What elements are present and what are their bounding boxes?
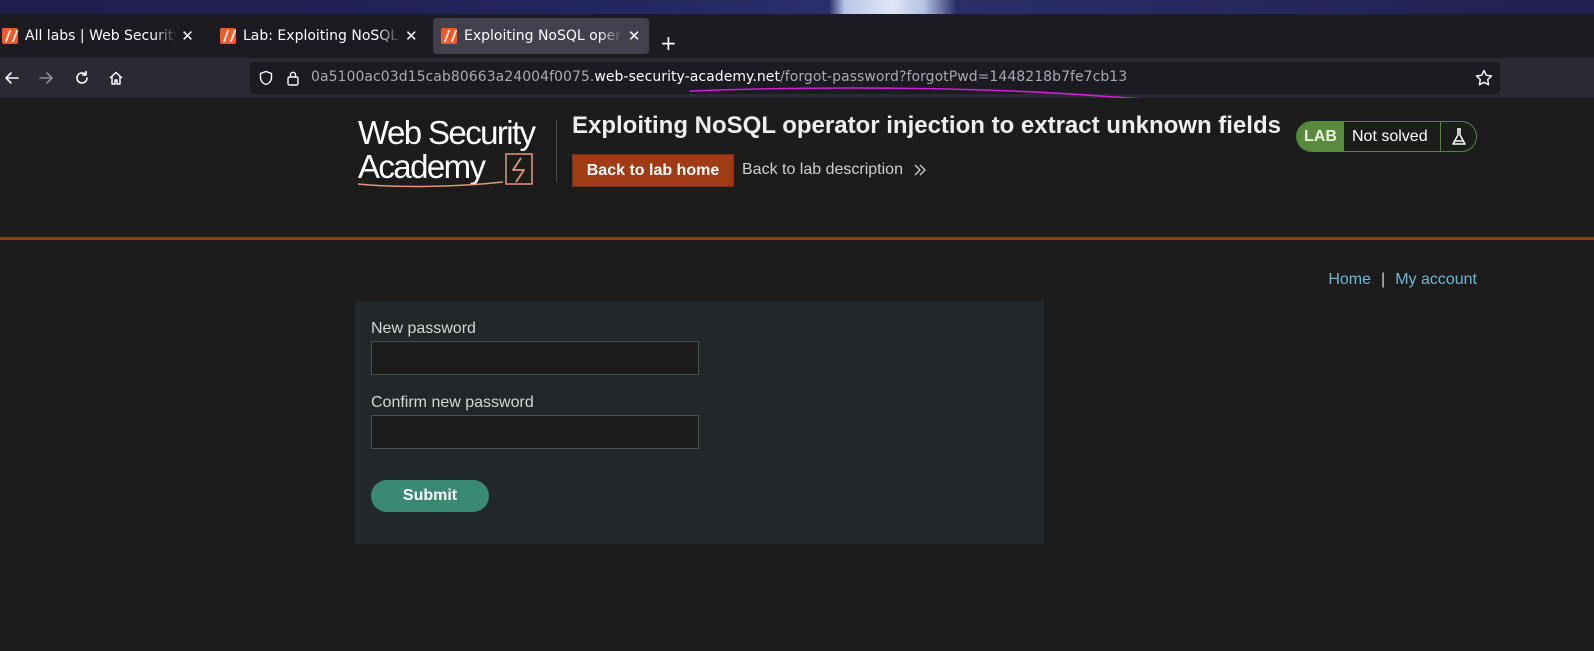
tab-current-lab[interactable]: Exploiting NoSQL operator injection to e… xyxy=(433,18,649,54)
back-to-lab-home-button[interactable]: Back to lab home xyxy=(572,154,734,187)
lab-status-widget: LAB Not solved xyxy=(1296,121,1477,152)
reset-password-form: New password Confirm new password Submit xyxy=(355,301,1044,544)
desktop-wallpaper-strip xyxy=(0,0,1594,14)
portswigger-favicon-icon xyxy=(220,28,236,44)
tab-close-icon[interactable]: ✕ xyxy=(627,27,641,45)
new-password-label: New password xyxy=(371,320,476,337)
lab-header: Web Security Academy Exploiting NoSQL op… xyxy=(0,98,1594,240)
home-icon[interactable] xyxy=(104,66,128,90)
forward-arrow-icon[interactable] xyxy=(34,66,58,90)
lab-title: Exploiting NoSQL operator injection to e… xyxy=(572,112,1281,139)
web-security-academy-logo[interactable]: Web Security Academy xyxy=(358,116,558,190)
portswigger-favicon-icon xyxy=(441,28,457,44)
tab-lab-description[interactable]: Lab: Exploiting NoSQL operator injection… xyxy=(212,18,426,54)
home-link[interactable]: Home xyxy=(1328,271,1371,288)
back-to-lab-description-label: Back to lab description xyxy=(742,161,903,178)
my-account-link[interactable]: My account xyxy=(1395,271,1477,288)
logo-divider xyxy=(556,120,557,182)
bookmark-star-icon[interactable] xyxy=(1474,68,1494,92)
lab-status-text: Not solved xyxy=(1352,127,1428,145)
tab-close-icon[interactable]: ✕ xyxy=(181,27,194,45)
lab-status-tag: LAB xyxy=(1297,122,1344,151)
browser-nav-bar: 0a5100ac03d15cab80663a24004f0075.web-sec… xyxy=(0,58,1594,98)
url-prefix: 0a5100ac03d15cab80663a24004f0075. xyxy=(311,69,595,85)
account-nav: Home | My account xyxy=(1328,271,1477,289)
logo-decoration-icon xyxy=(358,153,533,188)
tab-title: Lab: Exploiting NoSQL operator injection… xyxy=(243,28,401,44)
nav-separator: | xyxy=(1381,271,1386,288)
url-path: /forgot-password?forgotPwd=1448218b7fe7c… xyxy=(780,69,1128,85)
portswigger-favicon-icon xyxy=(2,28,18,44)
lock-icon[interactable] xyxy=(286,70,300,90)
tab-close-icon[interactable]: ✕ xyxy=(405,27,418,45)
url-host: web-security-academy.net xyxy=(594,69,781,85)
confirm-password-input[interactable] xyxy=(371,415,699,449)
url-text: 0a5100ac03d15cab80663a24004f0075.web-sec… xyxy=(311,69,1127,85)
reload-icon[interactable] xyxy=(70,66,94,90)
browser-tab-bar: All labs | Web Security Academy ✕ Lab: E… xyxy=(0,14,1594,58)
flask-icon xyxy=(1440,122,1476,151)
confirm-password-label: Confirm new password xyxy=(371,394,534,411)
tab-title: All labs | Web Security Academy xyxy=(25,28,178,44)
submit-button[interactable]: Submit xyxy=(371,480,489,512)
tab-title: Exploiting NoSQL operator injection to e… xyxy=(464,28,623,44)
tracking-protection-shield-icon[interactable] xyxy=(258,70,274,90)
tab-all-labs[interactable]: All labs | Web Security Academy ✕ xyxy=(0,18,202,54)
back-to-lab-description-link[interactable]: Back to lab description xyxy=(742,161,927,179)
back-arrow-icon[interactable] xyxy=(0,66,24,90)
double-chevron-right-icon xyxy=(914,164,927,176)
new-tab-button[interactable]: + xyxy=(660,32,677,54)
address-bar[interactable]: 0a5100ac03d15cab80663a24004f0075.web-sec… xyxy=(250,62,1500,94)
new-password-input[interactable] xyxy=(371,341,699,375)
